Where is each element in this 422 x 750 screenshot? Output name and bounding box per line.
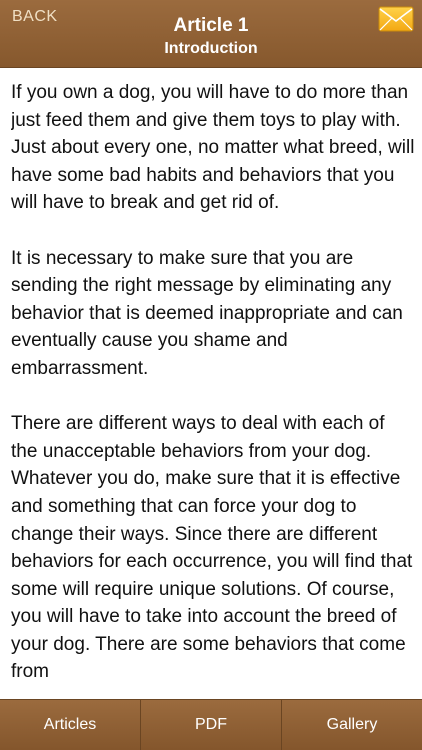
article-body: If you own a dog, you will have to do mo…: [11, 79, 415, 699]
mail-button[interactable]: [378, 6, 414, 32]
article-paragraph: If you own a dog, you will have to do mo…: [11, 82, 415, 214]
article-paragraph: There are different ways to deal with ea…: [11, 413, 413, 683]
page-title: Article 1: [173, 15, 249, 36]
tab-bar: Articles PDF Gallery: [0, 699, 422, 750]
header-bar: BACK Article 1 Introduction: [0, 0, 422, 68]
envelope-icon: [378, 6, 414, 32]
tab-pdf[interactable]: PDF: [140, 700, 281, 750]
tab-articles[interactable]: Articles: [0, 700, 140, 750]
article-paragraph: It is necessary to make sure that you ar…: [11, 247, 403, 379]
tab-gallery[interactable]: Gallery: [281, 700, 422, 750]
page-subtitle: Introduction: [164, 40, 258, 57]
title-group: Article 1 Introduction: [0, 14, 422, 60]
